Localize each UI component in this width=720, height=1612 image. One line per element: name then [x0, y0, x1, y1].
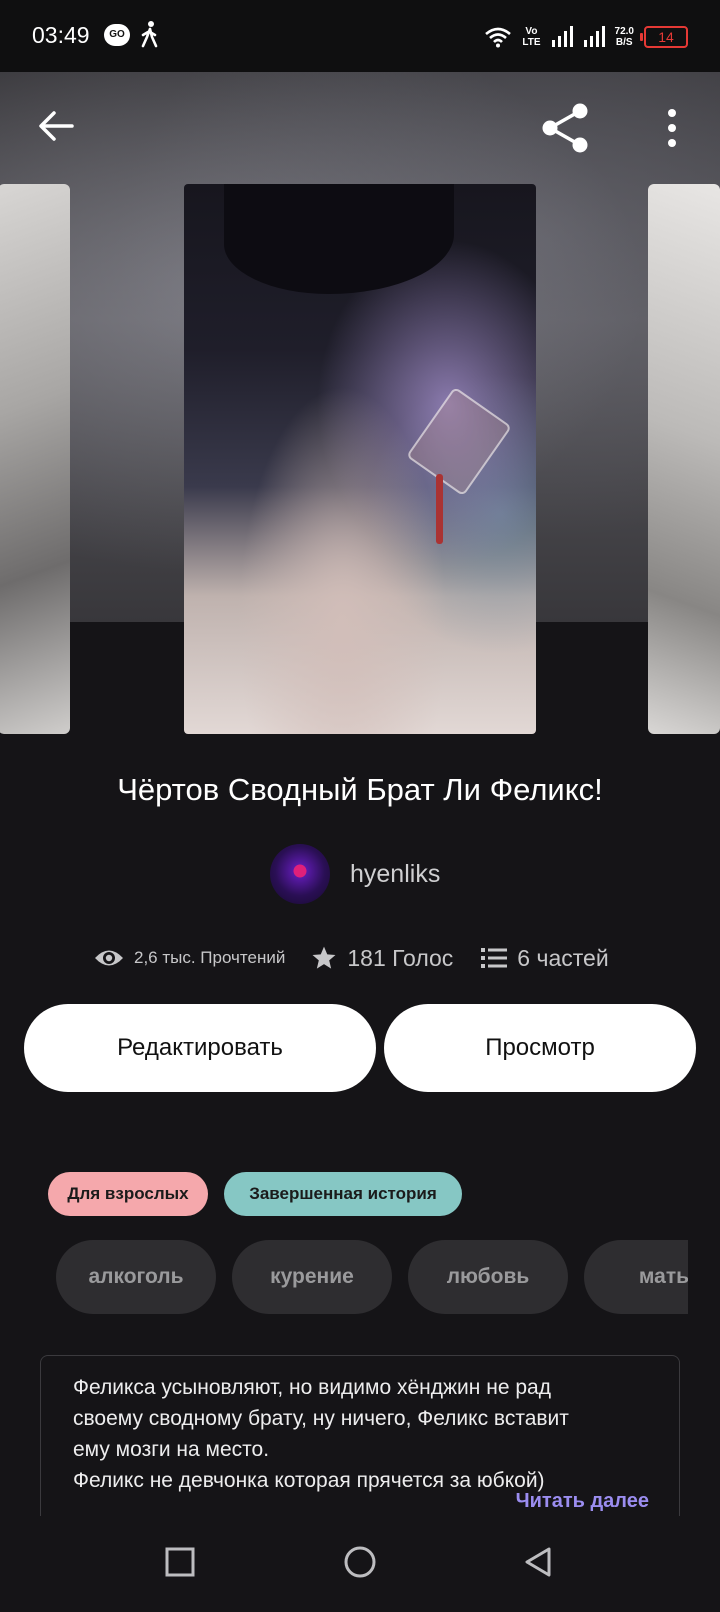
- next-story-cover[interactable]: [648, 184, 720, 734]
- votes-stat: 181 Голос: [311, 945, 453, 972]
- parts-stat: 6 частей: [481, 944, 609, 972]
- edit-button[interactable]: Редактировать: [24, 1004, 376, 1092]
- cover-art-glass: [405, 386, 513, 497]
- mature-badge: Для взрослых: [48, 1172, 208, 1216]
- prev-story-cover[interactable]: [0, 184, 70, 734]
- description-line: своему сводному брату, ну ничего, Феликс…: [73, 1407, 569, 1430]
- volte-indicator: Vo LTE: [522, 26, 541, 48]
- description-line: ему мозги на место.: [73, 1438, 270, 1461]
- cover-art-pour: [436, 474, 443, 544]
- list-icon: [481, 948, 508, 968]
- tag-chip[interactable]: алкоголь: [56, 1240, 216, 1314]
- parts-count: 6 частей: [517, 944, 609, 971]
- story-title: Чёртов Сводный Брат Ли Феликс!: [117, 772, 603, 807]
- story-stats: 2,6 тыс. Прочтений 181 Голос 6 частей: [94, 940, 609, 976]
- complete-badge: Завершенная история: [224, 1172, 462, 1216]
- tag-chip[interactable]: мать: [584, 1240, 688, 1314]
- author-name[interactable]: hyenliks: [350, 860, 440, 889]
- signal-icon-2: [583, 26, 605, 47]
- status-bar: 03:49 GO Vo LTE 72.0 B/S 14: [0, 0, 720, 72]
- star-icon: [312, 946, 336, 969]
- eye-icon: [95, 950, 123, 966]
- author-link[interactable]: hyenliks: [270, 844, 440, 904]
- status-icons: Vo LTE 72.0 B/S 14: [484, 22, 688, 52]
- description-line: Феликса усыновляют, но видимо хёнджин не…: [73, 1376, 551, 1399]
- story-description: Феликса усыновляют, но видимо хёнджин не…: [40, 1355, 680, 1525]
- network-speed: 72.0 B/S: [614, 26, 634, 48]
- home-icon[interactable]: [342, 1546, 378, 1582]
- go-badge-icon: GO: [104, 24, 130, 46]
- recents-icon[interactable]: [164, 1546, 196, 1578]
- walking-icon: [141, 21, 158, 48]
- reads-stat: 2,6 тыс. Прочтений: [94, 947, 285, 969]
- tag-chip[interactable]: любовь: [408, 1240, 568, 1314]
- wifi-icon: [485, 27, 512, 48]
- tag-chip[interactable]: курение: [232, 1240, 392, 1314]
- read-more-link[interactable]: Читать далее: [516, 1490, 649, 1513]
- cover-art-shape: [224, 184, 454, 294]
- battery-icon: 14: [640, 26, 688, 48]
- votes-count: 181 Голос: [347, 944, 454, 971]
- arrow-left-icon[interactable]: [36, 106, 76, 146]
- avatar[interactable]: [270, 844, 330, 904]
- back-triangle-icon[interactable]: [522, 1546, 554, 1580]
- more-vertical-icon[interactable]: [664, 108, 680, 148]
- share-icon[interactable]: [540, 102, 592, 154]
- preview-button[interactable]: Просмотр: [384, 1004, 696, 1092]
- story-cover[interactable]: [184, 184, 536, 734]
- tag-list: алкоголь курение любовь мать: [56, 1240, 688, 1314]
- signal-icon: [551, 26, 573, 47]
- system-nav-bar: [0, 1516, 720, 1612]
- status-time: 03:49: [32, 22, 90, 48]
- reads-count: 2,6 тыс. Прочтений: [134, 948, 286, 967]
